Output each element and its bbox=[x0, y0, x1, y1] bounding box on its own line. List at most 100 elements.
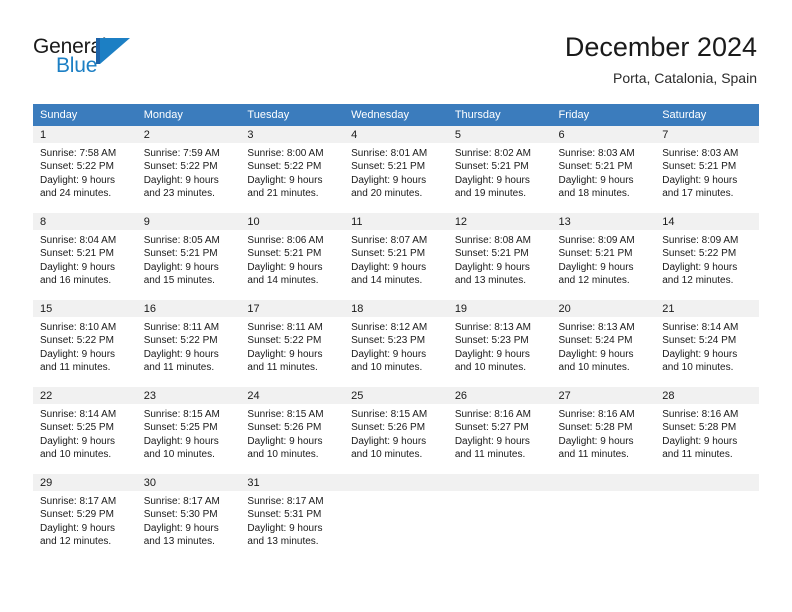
day-cell-header[interactable]: 14 bbox=[655, 213, 759, 230]
daylight-text-line2: and 11 minutes. bbox=[454, 448, 526, 460]
calendar-page: General Blue December 2024 Porta, Catalo… bbox=[0, 0, 792, 612]
day-cell-header[interactable]: 31 bbox=[240, 474, 345, 491]
calendar-week-details-row: Sunrise: 7:58 AM Sunset: 5:22 PM Daylight:… bbox=[33, 143, 759, 213]
sunset-text: Sunset: 5:24 PM bbox=[558, 335, 633, 347]
day-cell-header[interactable]: 6 bbox=[551, 126, 656, 143]
day-cell-header[interactable]: 4 bbox=[344, 126, 448, 143]
daylight-text-line1: Daylight: 9 hours bbox=[247, 261, 323, 273]
day-cell[interactable]: Sunrise: 8:01 AM Sunset: 5:21 PM Daylight:… bbox=[344, 143, 448, 213]
day-cell[interactable]: Sunrise: 8:12 AM Sunset: 5:23 PM Daylight:… bbox=[344, 317, 448, 387]
day-cell-header[interactable]: 29 bbox=[33, 474, 137, 491]
sunrise-text: Sunrise: 8:17 AM bbox=[143, 496, 220, 507]
sunrise-text: Sunrise: 8:17 AM bbox=[40, 496, 117, 507]
daylight-text-line2: and 13 minutes. bbox=[454, 274, 526, 286]
daylight-text-line1: Daylight: 9 hours bbox=[143, 348, 219, 360]
calendar-week-numbers-row: 22 23 24 25 26 27 28 bbox=[33, 387, 759, 404]
day-cell-header[interactable]: 11 bbox=[344, 213, 448, 230]
day-cell-body: Sunrise: 8:16 AM Sunset: 5:27 PM Daylight:… bbox=[448, 404, 552, 474]
sunset-text: Sunset: 5:26 PM bbox=[247, 422, 322, 434]
day-cell-header[interactable]: 13 bbox=[551, 213, 656, 230]
day-cell-header[interactable]: 7 bbox=[655, 126, 759, 143]
daylight-text-line1: Daylight: 9 hours bbox=[143, 261, 219, 273]
day-cell[interactable]: Sunrise: 8:09 AM Sunset: 5:22 PM Daylight:… bbox=[655, 230, 759, 300]
day-cell[interactable]: Sunrise: 8:16 AM Sunset: 5:27 PM Daylight:… bbox=[447, 404, 552, 474]
daylight-text-line2: and 12 minutes. bbox=[40, 535, 112, 547]
day-cell-header[interactable]: 25 bbox=[344, 387, 448, 404]
day-cell[interactable]: Sunrise: 8:03 AM Sunset: 5:21 PM Daylight:… bbox=[655, 143, 759, 213]
day-cell[interactable]: Sunrise: 8:10 AM Sunset: 5:22 PM Daylight:… bbox=[33, 317, 137, 387]
day-cell-header[interactable]: 27 bbox=[551, 387, 656, 404]
day-cell[interactable]: Sunrise: 7:59 AM Sunset: 5:22 PM Daylight:… bbox=[136, 143, 241, 213]
day-cell-header[interactable]: 24 bbox=[240, 387, 345, 404]
sunrise-text: Sunrise: 8:13 AM bbox=[454, 322, 531, 333]
day-cell-header[interactable]: 21 bbox=[655, 300, 759, 317]
day-cell-header[interactable]: 18 bbox=[344, 300, 448, 317]
day-cell[interactable]: Sunrise: 8:03 AM Sunset: 5:21 PM Daylight:… bbox=[551, 143, 656, 213]
day-cell[interactable]: Sunrise: 8:15 AM Sunset: 5:26 PM Daylight:… bbox=[344, 404, 448, 474]
sunset-text: Sunset: 5:28 PM bbox=[662, 422, 737, 434]
sunset-text: Sunset: 5:22 PM bbox=[143, 161, 218, 173]
day-cell[interactable]: Sunrise: 8:00 AM Sunset: 5:22 PM Daylight:… bbox=[240, 143, 345, 213]
day-cell-header[interactable]: 22 bbox=[33, 387, 137, 404]
daylight-text-line2: and 10 minutes. bbox=[351, 361, 423, 373]
day-cell[interactable]: Sunrise: 8:06 AM Sunset: 5:21 PM Daylight:… bbox=[240, 230, 345, 300]
day-cell[interactable]: Sunrise: 8:05 AM Sunset: 5:21 PM Daylight:… bbox=[136, 230, 241, 300]
day-cell[interactable]: Sunrise: 8:14 AM Sunset: 5:24 PM Daylight:… bbox=[655, 317, 759, 387]
day-cell-header[interactable]: 30 bbox=[136, 474, 241, 491]
day-cell[interactable]: Sunrise: 8:08 AM Sunset: 5:21 PM Daylight:… bbox=[447, 230, 552, 300]
day-cell-header[interactable]: 8 bbox=[33, 213, 137, 230]
day-cell[interactable]: Sunrise: 8:17 AM Sunset: 5:29 PM Daylight:… bbox=[33, 491, 137, 561]
day-cell[interactable]: Sunrise: 8:14 AM Sunset: 5:25 PM Daylight:… bbox=[33, 404, 137, 474]
day-cell-body: Sunrise: 8:13 AM Sunset: 5:23 PM Daylight:… bbox=[448, 317, 552, 387]
day-cell-header[interactable]: 10 bbox=[240, 213, 345, 230]
sunset-text: Sunset: 5:21 PM bbox=[558, 248, 633, 260]
day-cell[interactable]: Sunrise: 8:17 AM Sunset: 5:31 PM Daylight:… bbox=[240, 491, 345, 561]
day-cell[interactable]: Sunrise: 8:15 AM Sunset: 5:26 PM Daylight:… bbox=[240, 404, 345, 474]
day-cell[interactable]: Sunrise: 8:13 AM Sunset: 5:23 PM Daylight:… bbox=[447, 317, 552, 387]
day-cell-header[interactable]: 20 bbox=[551, 300, 656, 317]
day-cell-header[interactable]: 15 bbox=[33, 300, 137, 317]
day-cell-header[interactable]: 5 bbox=[447, 126, 552, 143]
day-cell[interactable]: Sunrise: 8:11 AM Sunset: 5:22 PM Daylight:… bbox=[136, 317, 241, 387]
day-number: 12 bbox=[454, 216, 468, 228]
sunset-text: Sunset: 5:25 PM bbox=[143, 422, 218, 434]
day-cell[interactable]: Sunrise: 7:58 AM Sunset: 5:22 PM Daylight:… bbox=[33, 143, 137, 213]
daylight-text-line1: Daylight: 9 hours bbox=[662, 261, 738, 273]
day-cell-header[interactable]: 12 bbox=[447, 213, 552, 230]
calendar-week-details-row: Sunrise: 8:14 AM Sunset: 5:25 PM Daylight:… bbox=[33, 404, 759, 474]
day-cell[interactable]: Sunrise: 8:13 AM Sunset: 5:24 PM Daylight:… bbox=[551, 317, 656, 387]
sunset-text: Sunset: 5:27 PM bbox=[454, 422, 529, 434]
brand-logo[interactable]: General Blue bbox=[33, 36, 137, 82]
day-cell-header[interactable]: 26 bbox=[447, 387, 552, 404]
daylight-text-line2: and 18 minutes. bbox=[558, 187, 630, 199]
day-cell-header[interactable]: 9 bbox=[136, 213, 241, 230]
day-cell-header[interactable]: 3 bbox=[240, 126, 345, 143]
day-cell-header[interactable]: 19 bbox=[447, 300, 552, 317]
day-cell-header[interactable]: 1 bbox=[33, 126, 137, 143]
day-number bbox=[448, 474, 552, 479]
day-cell-header[interactable]: 2 bbox=[136, 126, 241, 143]
day-cell-header[interactable]: 16 bbox=[136, 300, 241, 317]
day-cell-body: Sunrise: 8:11 AM Sunset: 5:22 PM Daylight:… bbox=[137, 317, 241, 387]
day-cell[interactable]: Sunrise: 8:04 AM Sunset: 5:21 PM Daylight:… bbox=[33, 230, 137, 300]
day-cell[interactable]: Sunrise: 8:15 AM Sunset: 5:25 PM Daylight:… bbox=[136, 404, 241, 474]
daylight-text-line2: and 13 minutes. bbox=[143, 535, 215, 547]
day-number bbox=[552, 474, 656, 479]
day-cell[interactable]: Sunrise: 8:07 AM Sunset: 5:21 PM Daylight:… bbox=[344, 230, 448, 300]
day-cell-header[interactable]: 28 bbox=[655, 387, 759, 404]
day-cell[interactable]: Sunrise: 8:09 AM Sunset: 5:21 PM Daylight:… bbox=[551, 230, 656, 300]
day-cell[interactable]: Sunrise: 8:16 AM Sunset: 5:28 PM Daylight:… bbox=[655, 404, 759, 474]
day-cell[interactable]: Sunrise: 8:17 AM Sunset: 5:30 PM Daylight:… bbox=[136, 491, 241, 561]
day-cell-header[interactable]: 23 bbox=[136, 387, 241, 404]
sunrise-text: Sunrise: 8:15 AM bbox=[351, 409, 428, 420]
day-cell[interactable]: Sunrise: 8:16 AM Sunset: 5:28 PM Daylight:… bbox=[551, 404, 656, 474]
sunrise-text: Sunrise: 8:15 AM bbox=[247, 409, 324, 420]
calendar-body: 1 2 3 4 5 6 7 Sunrise: 7:58 AM Sunset: 5:22 PM Da… bbox=[33, 126, 759, 561]
day-cell-body: Sunrise: 8:05 AM Sunset: 5:21 PM Daylight:… bbox=[137, 230, 241, 300]
day-cell[interactable]: Sunrise: 8:11 AM Sunset: 5:22 PM Daylight:… bbox=[240, 317, 345, 387]
day-cell-header[interactable]: 17 bbox=[240, 300, 345, 317]
daylight-text-line1: Daylight: 9 hours bbox=[143, 522, 219, 534]
day-number: 7 bbox=[662, 129, 669, 141]
sunset-text: Sunset: 5:30 PM bbox=[143, 509, 218, 521]
day-cell[interactable]: Sunrise: 8:02 AM Sunset: 5:21 PM Daylight:… bbox=[447, 143, 552, 213]
